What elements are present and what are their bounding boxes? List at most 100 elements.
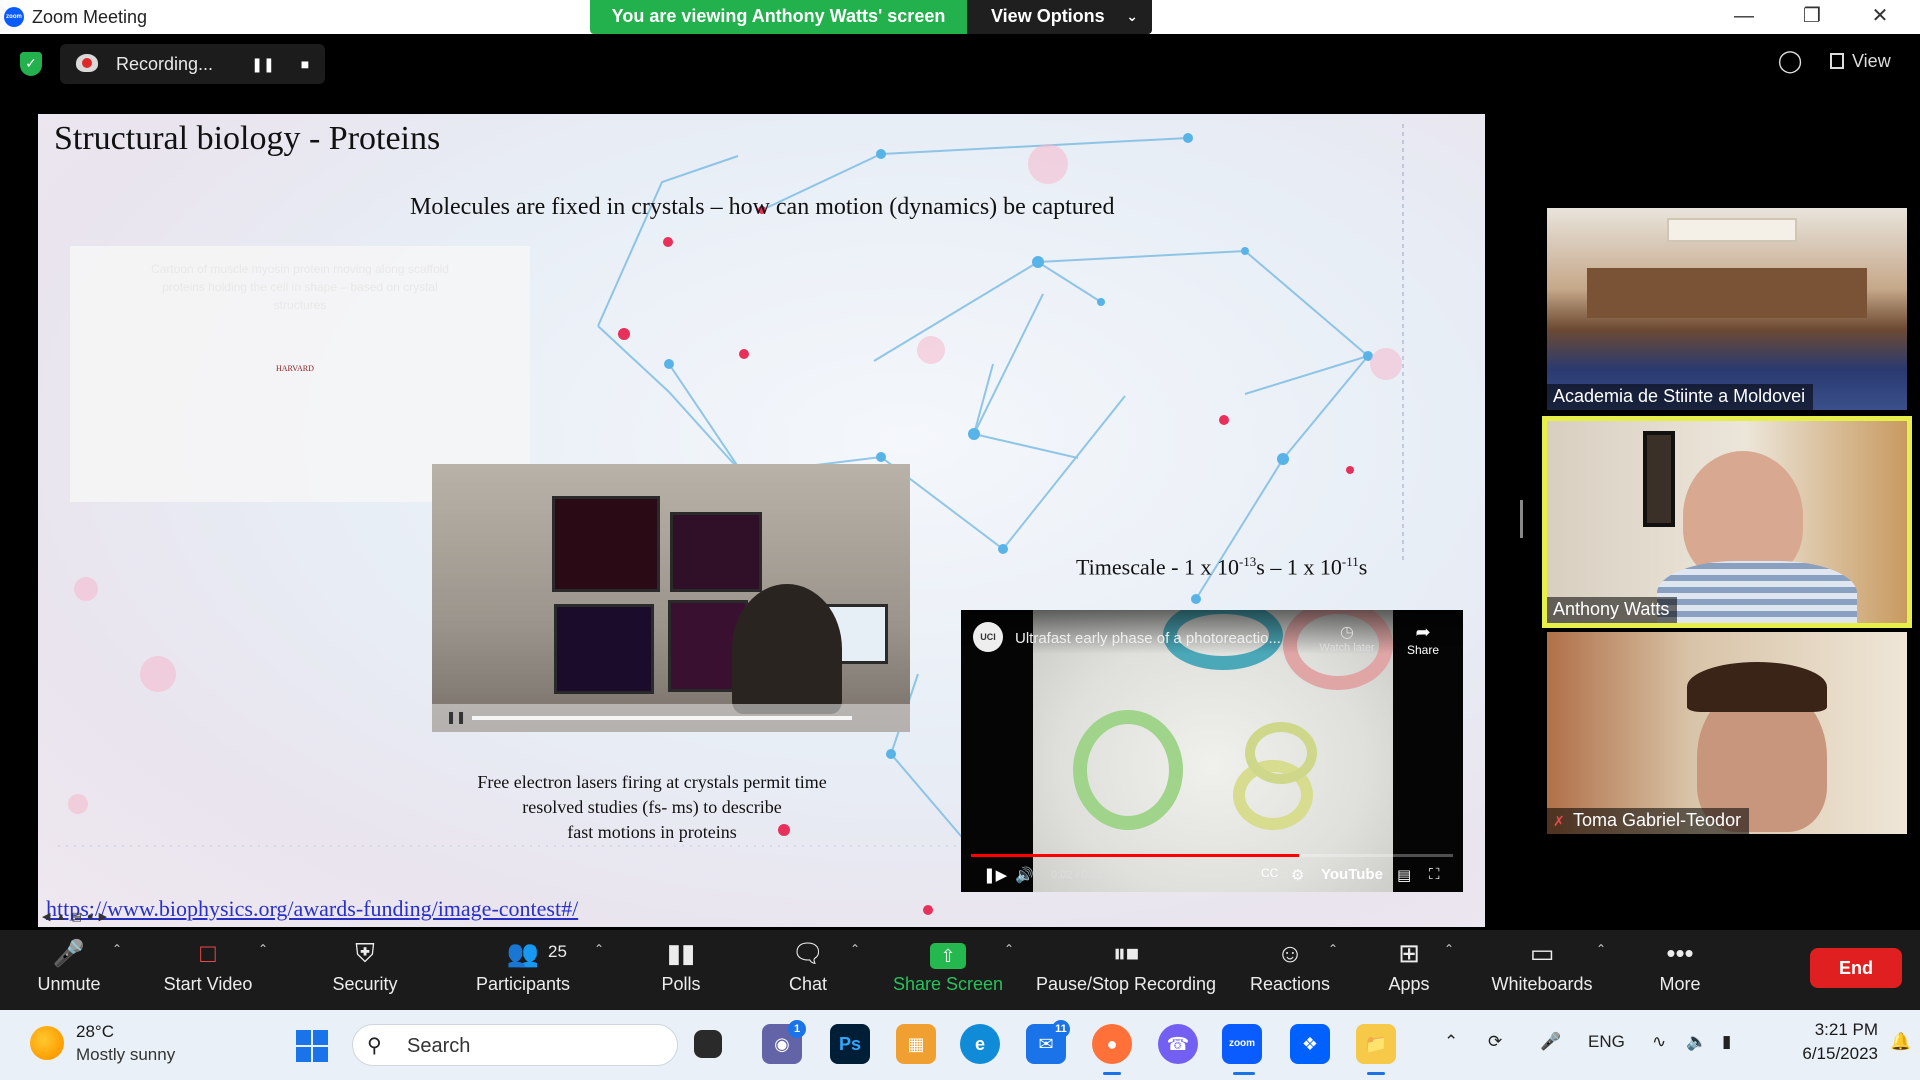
unmute-button[interactable]: 🎤 Unmute ⌃ [24,930,122,1010]
lab-video-progress[interactable] [472,716,852,720]
fullscreen-icon[interactable]: ⛶ [1429,866,1440,883]
task-view-icon[interactable] [694,1030,722,1058]
volume-icon[interactable]: 🔊 [1015,866,1034,884]
participant-tile-active-speaker[interactable]: Anthony Watts [1542,416,1912,628]
zoom-taskbar-icon[interactable]: zoom [1222,1024,1262,1064]
whiteboards-label: Whiteboards [1491,974,1593,994]
file-explorer-icon[interactable]: 📁 [1356,1024,1396,1064]
encryption-shield-icon[interactable]: ✓ [20,52,42,76]
play-pause-icon[interactable]: ❚▶ [983,866,1007,884]
apps-label: Apps [1388,974,1430,994]
apps-caret-icon[interactable]: ⌃ [1444,942,1454,956]
youtube-video-title[interactable]: Ultrafast early phase of a photoreactio.… [1015,630,1281,647]
participant-hair [1687,662,1827,712]
immersive-view-icon[interactable]: ◯ [1776,48,1804,76]
lab-video-controls: ❚❚ [432,704,910,732]
bar-chart-icon: ▮▮ [666,938,696,968]
participant-tile[interactable]: ✗ Toma Gabriel-Teodor [1547,632,1907,834]
security-button[interactable]: ⛨ Security [318,930,412,1010]
show-hidden-icons-chevron-icon[interactable]: ⌃ [1444,1032,1458,1052]
settings-gear-icon[interactable]: ⚙ [1291,866,1304,884]
dropbox-icon[interactable]: ❖ [1290,1024,1330,1064]
timescale-middle: s – 1 x 10 [1256,554,1342,580]
share-screen-button[interactable]: ⇧ Share Screen ⌃ [892,930,1014,1010]
video-options-caret-icon[interactable]: ⌃ [258,942,268,956]
microsoft-store-icon[interactable]: ▦ [896,1024,936,1064]
youtube-progress-bar[interactable] [971,854,1453,857]
view-button[interactable]: View [1830,44,1910,78]
participants-button[interactable]: 👥 25 Participants ⌃ [470,930,604,1010]
stop-recording-button[interactable]: ■ [292,52,318,76]
weather-description[interactable]: Mostly sunny [76,1045,175,1065]
timescale-exponent-2: -11 [1341,554,1359,569]
clock-time[interactable]: 3:21 PM [1778,1020,1878,1040]
biophysics-link[interactable]: https://www.biophysics.org/awards-fundin… [46,896,578,922]
reactions-caret-icon[interactable]: ⌃ [1328,942,1338,956]
microphone-icon[interactable]: 🎤 [1540,1032,1561,1052]
share-caret-icon[interactable]: ⌃ [1004,942,1014,956]
mail-badge: 11 [1052,1020,1070,1038]
reactions-button[interactable]: ☺ Reactions ⌃ [1248,930,1338,1010]
minimize-button[interactable]: — [1710,0,1778,34]
video-off-icon: □ [200,938,216,968]
fel-line-3: fast motions in proteins [567,822,737,842]
youtube-embed[interactable]: UCI Ultrafast early phase of a photoreac… [961,610,1463,892]
pause-stop-recording-label: Pause/Stop Recording [1035,974,1217,994]
viber-icon[interactable]: ☎ [1158,1024,1198,1064]
teams-chat-icon[interactable]: ◉ 1 [762,1020,806,1064]
slide-nav-controls[interactable]: ◀ ▲ ▤ ● ▶ [42,910,108,923]
taskbar-search[interactable]: ⚲ Search [352,1024,678,1066]
audio-options-caret-icon[interactable]: ⌃ [112,942,122,956]
whiteboard-icon: ▭ [1529,938,1555,968]
photoshop-icon[interactable]: Ps [830,1024,870,1064]
grid-layout-icon [1830,53,1844,69]
end-meeting-button[interactable]: End [1810,948,1902,988]
polls-button[interactable]: ▮▮ Polls [652,930,710,1010]
participant-tile[interactable]: Academia de Stiinte a Moldovei [1547,208,1907,410]
weather-temperature[interactable]: 28°C [76,1022,114,1042]
youtube-logo[interactable]: YouTube [1321,866,1383,883]
notifications-icon[interactable]: 🔔 [1890,1032,1911,1052]
clock-date[interactable]: 6/15/2023 [1772,1044,1878,1064]
mail-icon[interactable]: ✉ 11 [1026,1020,1070,1064]
language-indicator[interactable]: ENG [1588,1032,1625,1052]
sync-icon[interactable]: ⟳ [1488,1032,1502,1052]
participants-label: Participants [475,974,571,994]
apps-button[interactable]: ⊞ Apps ⌃ [1384,930,1454,1010]
start-video-button[interactable]: □ Start Video ⌃ [154,930,268,1010]
channel-logo[interactable]: UCI [973,622,1003,652]
edge-browser-icon[interactable]: e [960,1024,1000,1064]
room-screen [1667,218,1797,242]
battery-icon[interactable]: ▮ [1722,1032,1731,1052]
close-window-button[interactable]: ✕ [1846,0,1914,34]
chat-button[interactable]: 🗨 Chat ⌃ [778,930,860,1010]
view-options-button[interactable]: View Options ⌄ [967,0,1152,34]
watch-later-label: Watch later [1319,642,1375,654]
panel-resize-handle[interactable] [1520,500,1523,538]
restore-button[interactable]: ❐ [1778,0,1846,34]
youtube-share-button[interactable]: ➦ Share [1397,622,1449,657]
chat-caret-icon[interactable]: ⌃ [850,942,860,956]
pause-recording-button[interactable]: ❚❚ [250,52,276,76]
speaker-icon[interactable]: 🔈 [1686,1032,1707,1052]
pause-icon[interactable]: ❚❚ [446,710,466,724]
firefox-icon[interactable]: ● [1092,1024,1132,1064]
whiteboards-button[interactable]: ▭ Whiteboards ⌃ [1488,930,1606,1010]
watch-later-button[interactable]: ◷ Watch later [1317,622,1377,654]
window-title: Zoom Meeting [32,7,148,27]
windows-start-button[interactable] [296,1030,328,1062]
wifi-icon[interactable]: ∿ [1652,1032,1666,1052]
lab-monitor [552,496,660,592]
captions-icon[interactable]: CC [1261,866,1278,880]
fel-description: Free electron lasers firing at crystals … [438,770,866,845]
more-button[interactable]: ••• More [1652,930,1708,1010]
weather-sun-icon[interactable] [30,1026,64,1060]
participants-caret-icon[interactable]: ⌃ [594,942,604,956]
participant-name: Anthony Watts [1547,597,1678,623]
shared-screen-slide: Structural biology - Proteins Molecules … [38,114,1485,927]
lab-video-embed[interactable]: ❚❚ [432,464,910,732]
pause-stop-recording-button[interactable]: ⏸⏹ Pause/Stop Recording [1034,930,1218,1010]
youtube-header: UCI Ultrafast early phase of a photoreac… [961,610,1463,657]
cast-icon[interactable]: ▤ [1397,866,1411,884]
whiteboards-caret-icon[interactable]: ⌃ [1596,942,1606,956]
